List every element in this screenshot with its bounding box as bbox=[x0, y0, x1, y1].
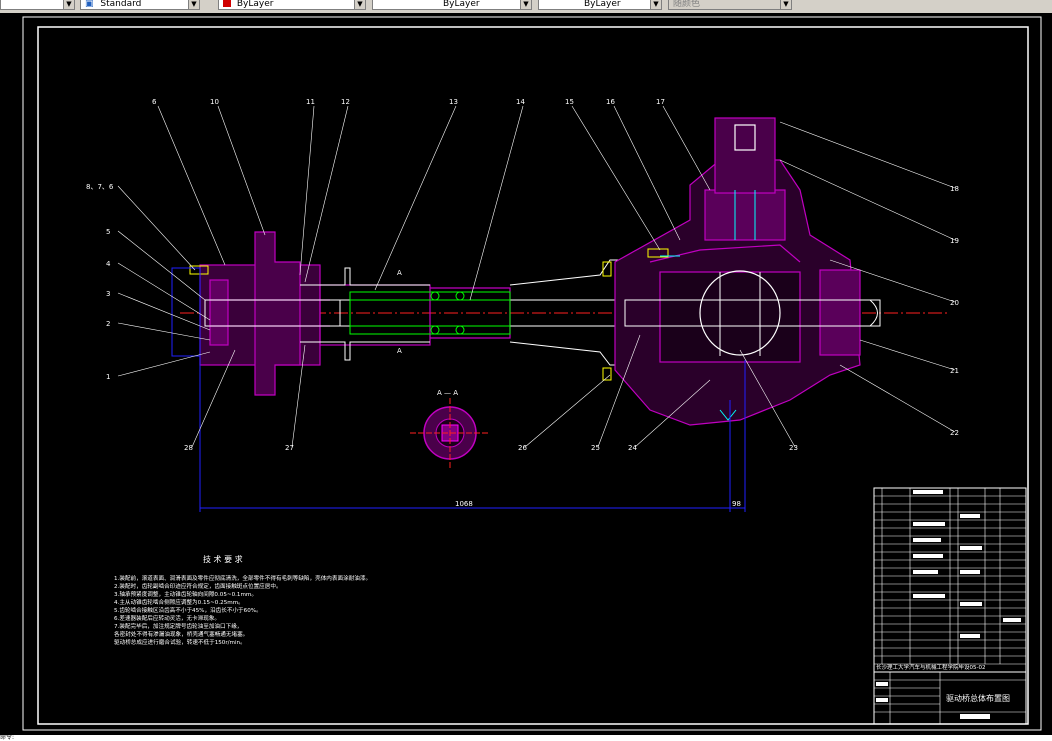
text-style-icon: ▣ bbox=[85, 0, 94, 9]
text-style-dropdown[interactable]: ▣ Standard ▼ bbox=[80, 0, 200, 10]
dropdown-arrow-icon[interactable]: ▼ bbox=[188, 0, 199, 9]
part-label-20: 20 bbox=[950, 299, 959, 307]
title-drawing-name: 驱动桥总体布置图 bbox=[946, 693, 1010, 703]
drawing-canvas[interactable]: A — A A A 1068 98 6 10 11 12 13 14 15 16… bbox=[0, 13, 1052, 735]
dimension-main: 1068 bbox=[455, 500, 473, 508]
tech-line-9: 驱动桥总成应进行磨合试验，转速不低于150r/min。 bbox=[114, 638, 246, 646]
part-label-24: 24 bbox=[628, 444, 637, 452]
part-label-10: 10 bbox=[210, 98, 219, 106]
color-dropdown[interactable]: ByLayer ▼ bbox=[218, 0, 366, 10]
linetype-dropdown[interactable]: ByLayer ▼ bbox=[372, 0, 532, 10]
cad-drawing: A — A A A 1068 98 6 10 11 12 13 14 15 16… bbox=[22, 16, 1042, 731]
plotstyle-value: 随颜色 bbox=[673, 0, 701, 9]
technical-requirements: 技 术 要 求 1.装配前，滚道表面、润滑表面及零件应彻底清洗，全部零件不得有毛… bbox=[114, 554, 371, 646]
plotstyle-dropdown[interactable]: 随颜色 ▼ bbox=[668, 0, 792, 10]
tech-line-6: 6.差速器装配后应转动灵活，无卡滞现象。 bbox=[114, 614, 220, 622]
part-label-26: 26 bbox=[518, 444, 527, 452]
part-label-17: 17 bbox=[656, 98, 665, 106]
style-dropdown-partial[interactable]: ▼ bbox=[0, 0, 75, 10]
dropdown-arrow-icon[interactable]: ▼ bbox=[63, 0, 74, 9]
lineweight-dropdown[interactable]: ByLayer ▼ bbox=[538, 0, 662, 10]
color-value: ByLayer bbox=[236, 0, 274, 9]
part-label-6: 6 bbox=[152, 98, 157, 106]
tech-line-7: 7.装配完毕后，加注规定牌号齿轮油至加油口下缘， bbox=[114, 622, 242, 630]
tech-line-8: 各密封处不得有渗漏油现象，桥壳通气塞畅通无堵塞。 bbox=[114, 630, 248, 638]
tech-title: 技 术 要 求 bbox=[203, 554, 243, 564]
part-label-4: 4 bbox=[106, 260, 111, 268]
tech-line-1: 1.装配前，滚道表面、润滑表面及零件应彻底清洗，全部零件不得有毛刺等缺陷，壳体内… bbox=[114, 574, 371, 582]
part-label-16: 16 bbox=[606, 98, 615, 106]
part-label-1: 1 bbox=[106, 373, 110, 381]
dropdown-arrow-icon[interactable]: ▼ bbox=[780, 0, 791, 9]
section-mark-bottom: A bbox=[397, 347, 402, 355]
part-label-3: 3 bbox=[106, 290, 110, 298]
tech-line-4: 4.主从动锥齿轮啮合侧隙应调整为0.15~0.25mm。 bbox=[114, 598, 244, 606]
parts-list-table bbox=[873, 487, 1027, 725]
dimension-side: 98 bbox=[732, 500, 741, 508]
part-label-12: 12 bbox=[341, 98, 350, 106]
dropdown-arrow-icon[interactable]: ▼ bbox=[650, 0, 661, 9]
dropdown-arrow-icon[interactable]: ▼ bbox=[354, 0, 365, 9]
lineweight-value: ByLayer bbox=[584, 0, 621, 9]
differential-housing bbox=[614, 117, 861, 426]
part-label-5: 5 bbox=[106, 228, 110, 236]
section-mark-top: A bbox=[397, 269, 402, 277]
parts-list-fill bbox=[876, 490, 1021, 719]
part-label-19: 19 bbox=[950, 237, 959, 245]
part-label-28: 28 bbox=[184, 444, 193, 452]
command-line[interactable]: 命令: bbox=[0, 735, 1052, 741]
properties-toolbar: ▼ ▣ Standard ▼ ByLayer ▼ ByLayer ▼ ByLay… bbox=[0, 0, 1052, 14]
part-label-18: 18 bbox=[950, 185, 959, 193]
part-label-2: 2 bbox=[106, 320, 110, 328]
part-label-23: 23 bbox=[789, 444, 798, 452]
linetype-value: ByLayer bbox=[443, 0, 480, 9]
command-prompt: 命令: bbox=[0, 734, 15, 741]
tech-line-3: 3.轴承预紧度调整，主动锥齿轮轴向间隙0.05~0.1mm。 bbox=[114, 590, 257, 598]
part-label-14: 14 bbox=[516, 98, 525, 106]
color-swatch-icon bbox=[223, 0, 231, 7]
tech-line-5: 5.齿轮啮合接触区沿齿高不小于45%，沿齿长不小于60%。 bbox=[114, 606, 262, 614]
part-label-21: 21 bbox=[950, 367, 959, 375]
tech-line-2: 2.装配时，齿轮副啮合印迹应符合规定，齿面接触斑点位置应居中。 bbox=[114, 582, 282, 590]
dropdown-arrow-icon[interactable]: ▼ bbox=[520, 0, 531, 9]
part-label-27: 27 bbox=[285, 444, 294, 452]
section-view-aa bbox=[410, 398, 490, 468]
title-school: 长沙理工大学汽车与机械工程学院毕设05-02 bbox=[876, 663, 985, 671]
part-label-25: 25 bbox=[591, 444, 600, 452]
text-style-value: Standard bbox=[100, 0, 142, 9]
section-title: A — A bbox=[437, 389, 458, 397]
part-label-15: 15 bbox=[565, 98, 574, 106]
part-label-22: 22 bbox=[950, 429, 959, 437]
part-label-11: 11 bbox=[306, 98, 315, 106]
left-hub-assembly bbox=[199, 231, 511, 396]
part-label-13: 13 bbox=[449, 98, 458, 106]
part-label-8-7-6: 8、7、6 bbox=[86, 183, 114, 191]
